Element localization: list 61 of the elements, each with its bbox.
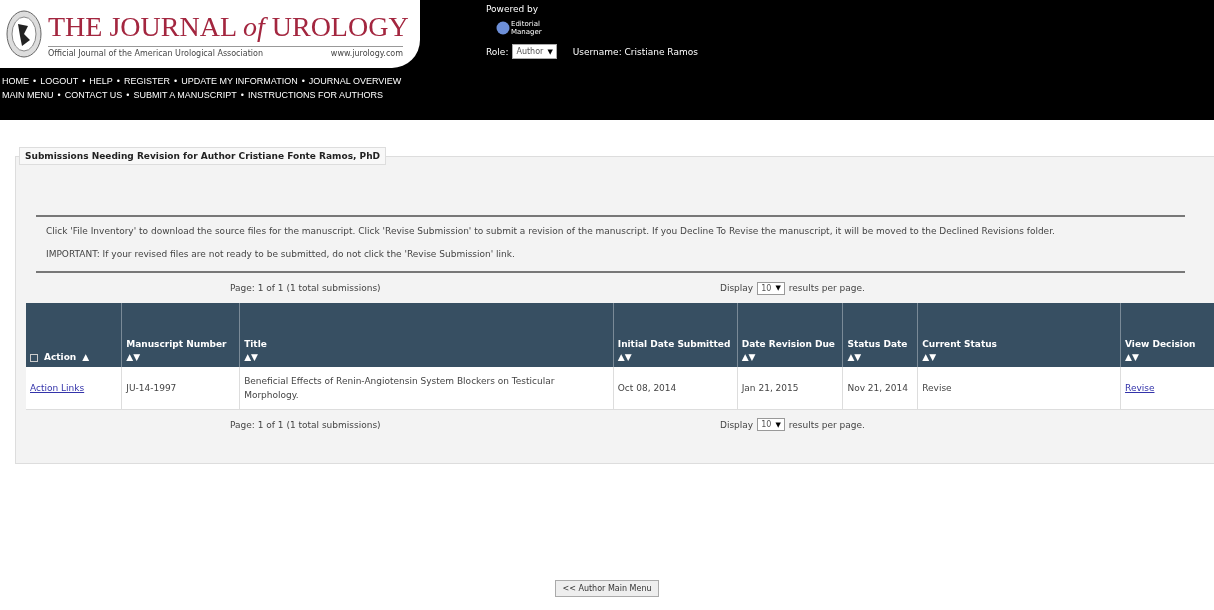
nav-link[interactable]: UPDATE MY INFORMATION: [181, 76, 298, 86]
nav-link[interactable]: SUBMIT A MANUSCRIPT: [133, 90, 237, 100]
panel-title: Submissions Needing Revision for Author Cristiane Fonte Ramos, PhD: [19, 147, 387, 165]
nav-link[interactable]: HOME: [2, 76, 29, 86]
table-cell: Revise: [917, 367, 1121, 409]
page-info: Page: 1 of 1 (1 total submissions): [230, 283, 382, 293]
nav-link[interactable]: INSTRUCTIONS FOR AUTHORS: [248, 90, 383, 100]
sort-icon[interactable]: ▲▼: [1125, 351, 1210, 364]
column-header[interactable]: Initial Date Submitted ▲▼: [613, 303, 738, 367]
journal-subtitle: Official Journal of the American Urological Association: [48, 48, 263, 58]
column-header[interactable]: Date Revision Due ▲▼: [737, 303, 843, 367]
sort-icon[interactable]: ▲▼: [617, 351, 733, 364]
column-header[interactable]: Current Status ▲▼: [917, 303, 1121, 367]
column-header[interactable]: View Decision ▲▼: [1120, 303, 1214, 367]
table-cell: Oct 08, 2014: [613, 367, 738, 409]
display-label: Display: [720, 419, 754, 430]
powered-by-text: Powered by: [486, 4, 540, 14]
globe-icon: [496, 21, 510, 35]
nav-separator: •: [301, 76, 305, 86]
sort-icon[interactable]: ▲▼: [126, 351, 236, 364]
column-header[interactable]: Status Date ▲▼: [842, 303, 918, 367]
sort-icon[interactable]: ▲▼: [922, 351, 1117, 364]
nav-link[interactable]: JOURNAL OVERVIEW: [308, 76, 402, 86]
table-link[interactable]: Revise: [1125, 382, 1155, 393]
checkbox-icon: [30, 353, 38, 362]
column-header[interactable]: Action ▲: [26, 303, 122, 367]
table-cell: JU-14-1997: [121, 367, 240, 409]
display-label: Display: [720, 283, 754, 293]
table-cell: Beneficial Effects of Renin-Angiotensin System Blockers on Testicular Morphology.: [239, 367, 614, 409]
nav-link[interactable]: REGISTER: [124, 76, 170, 86]
sort-icon[interactable]: ▲▼: [244, 351, 609, 364]
nav-separator: •: [116, 76, 120, 86]
nav-link[interactable]: LOGOUT: [40, 76, 79, 86]
sort-icon[interactable]: ▲: [82, 351, 90, 364]
nav-separator: •: [82, 76, 86, 86]
instruction-text: Click 'File Inventory' to download the source files for the manuscript. Click 'Revise Submission' to submit a revision of the manuscript. If you Decline To Revise the manuscript, it will be moved to the Declined Revisions folder.: [46, 225, 1056, 238]
column-header[interactable]: Manuscript Number ▲▼: [121, 303, 240, 367]
nav-separator: •: [126, 90, 130, 100]
nav-link[interactable]: MAIN MENU: [2, 90, 54, 100]
website-text: www.jurology.com: [330, 48, 403, 58]
results-label: results per page.: [788, 419, 865, 430]
nav-separator: •: [240, 90, 244, 100]
sort-icon[interactable]: ▲▼: [741, 351, 839, 364]
author-main-menu-button[interactable]: << Author Main Menu: [555, 580, 659, 597]
instruction-text: IMPORTANT: If your revised files are not ready to be submitted, do not click the 'Revise Submission' link.: [46, 248, 516, 261]
table-cell: Nov 21, 2014: [842, 367, 918, 409]
role-label: Role:: [486, 46, 509, 57]
nav-separator: •: [33, 76, 37, 86]
seal-icon: [6, 10, 42, 58]
column-header[interactable]: Title ▲▼: [239, 303, 614, 367]
username-text: Username: Cristiane Ramos: [572, 46, 698, 57]
table-link[interactable]: Action Links: [30, 382, 85, 393]
journal-logo-title: THE JOURNAL of UROLOGY: [48, 10, 409, 44]
nav-separator: •: [57, 90, 61, 100]
nav-separator: •: [174, 76, 178, 86]
nav-link[interactable]: CONTACT US: [64, 90, 123, 100]
table-cell: Jan 21, 2015: [737, 367, 843, 409]
sort-icon[interactable]: ▲▼: [847, 351, 914, 364]
page-info: Page: 1 of 1 (1 total submissions): [230, 419, 382, 430]
nav-link[interactable]: HELP: [89, 76, 113, 86]
results-label: results per page.: [788, 283, 865, 293]
